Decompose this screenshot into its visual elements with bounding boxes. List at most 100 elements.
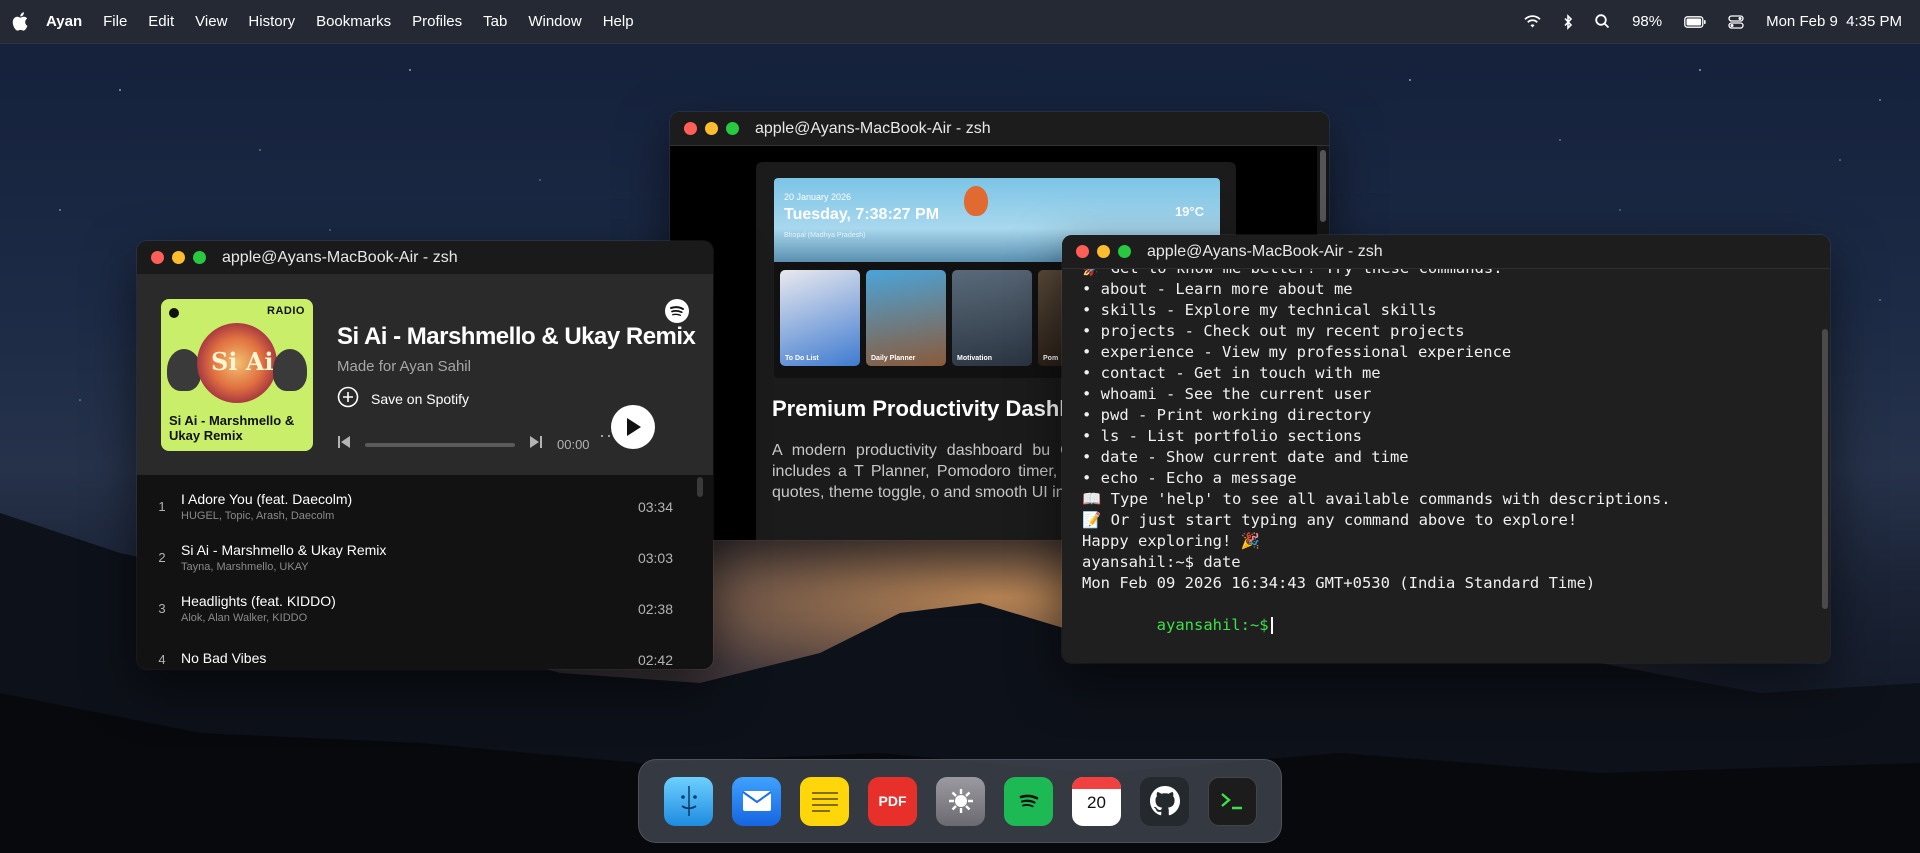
terminal-line: 🚀 Get to know me better! Try these comma… — [1082, 269, 1671, 279]
track-row[interactable]: 3 Headlights (feat. KIDDO) Alok, Alan Wa… — [137, 583, 713, 634]
cover-art-disc: Si Ai — [197, 323, 277, 403]
wifi-icon[interactable] — [1524, 15, 1541, 28]
track-name: Headlights (feat. KIDDO) — [181, 593, 336, 609]
menu-bookmarks[interactable]: Bookmarks — [316, 13, 391, 30]
hero-datetime: Tuesday, 7:38:27 PM — [784, 206, 940, 223]
close-button[interactable] — [684, 122, 697, 135]
terminal-line: • ls - List portfolio sections — [1082, 427, 1362, 445]
track-title: Si Ai - Marshmello & Ukay Remix — [337, 323, 696, 350]
terminal-line: 📝 Or just start typing any command above… — [1082, 511, 1578, 529]
spotify-window: apple@Ayans-MacBook-Air - zsh RADIO Si A… — [137, 241, 713, 669]
dock: PDF 20 — [638, 759, 1282, 843]
cover-art-text: Si Ai — [211, 347, 274, 376]
minimize-button[interactable] — [172, 251, 185, 264]
terminal-line: ayansahil:~$ date — [1082, 553, 1241, 571]
terminal-line: • echo - Echo a message — [1082, 469, 1297, 487]
finder-icon[interactable] — [664, 776, 713, 826]
play-button[interactable] — [611, 405, 655, 449]
add-circle-icon — [337, 386, 359, 411]
zoom-button[interactable] — [726, 122, 739, 135]
radio-badge: RADIO — [267, 305, 305, 317]
scrollbar-thumb[interactable] — [1320, 150, 1326, 222]
track-row[interactable]: 4 No Bad Vibes 02:42 — [137, 634, 713, 669]
apple-logo-icon[interactable] — [12, 12, 32, 31]
terminal-window: apple@Ayans-MacBook-Air - zsh 🚀 Get to k… — [1062, 235, 1830, 663]
zoom-button[interactable] — [1118, 245, 1131, 258]
menu-edit[interactable]: Edit — [148, 13, 174, 30]
close-button[interactable] — [1076, 245, 1089, 258]
spotify-logo-icon[interactable] — [665, 299, 689, 328]
mail-icon[interactable] — [732, 776, 781, 826]
mid-window-titlebar[interactable]: apple@Ayans-MacBook-Air - zsh — [670, 112, 1329, 146]
menu-view[interactable]: View — [195, 13, 227, 30]
track-name: Si Ai - Marshmello & Ukay Remix — [181, 542, 387, 558]
terminal-output[interactable]: 🚀 Get to know me better! Try these comma… — [1062, 269, 1830, 663]
pdf-label: PDF — [878, 793, 907, 809]
track-duration: 02:42 — [637, 651, 673, 668]
spotify-icon[interactable] — [1004, 776, 1053, 826]
track-duration: 03:34 — [637, 498, 673, 515]
track-number: 3 — [158, 601, 166, 616]
terminal-prompt-line[interactable]: ayansahil:~$ — [1082, 594, 1671, 634]
menu-app-name[interactable]: Ayan — [46, 13, 82, 30]
save-on-spotify-button[interactable]: Save on Spotify — [337, 386, 469, 411]
terminal-line: Mon Feb 09 2026 16:34:43 GMT+0530 (India… — [1082, 574, 1596, 592]
terminal-line: • whoami - See the current user — [1082, 385, 1372, 403]
now-playing-panel: RADIO Si Ai Si Ai - Marshmello & Ukay Re… — [137, 275, 713, 475]
thumb-planner: Daily Planner — [866, 270, 946, 366]
save-label: Save on Spotify — [371, 390, 470, 407]
hero-date: 20 January 2026 — [784, 192, 852, 202]
battery-icon[interactable] — [1684, 15, 1706, 28]
battery-percent: 98% — [1632, 13, 1663, 30]
menu-tab[interactable]: Tab — [483, 13, 507, 30]
notes-icon[interactable] — [800, 776, 849, 826]
terminal-titlebar[interactable]: apple@Ayans-MacBook-Air - zsh — [1062, 235, 1830, 269]
minimize-button[interactable] — [705, 122, 718, 135]
terminal-prompt: ayansahil:~$ — [1156, 616, 1269, 634]
menu-profiles[interactable]: Profiles — [412, 13, 462, 30]
hero-location: Bhopal (Madhya Pradesh) — [784, 232, 866, 239]
hero-temperature: 19°C — [1174, 204, 1204, 219]
menu-help[interactable]: Help — [603, 13, 634, 30]
spotify-window-titlebar[interactable]: apple@Ayans-MacBook-Air - zsh — [137, 241, 713, 275]
calendar-icon[interactable]: 20 — [1072, 776, 1121, 826]
previous-track-icon[interactable] — [337, 435, 351, 454]
settings-icon[interactable] — [936, 776, 985, 826]
thumb-motivation: Motivation — [952, 270, 1032, 366]
minimize-button[interactable] — [1097, 245, 1110, 258]
track-row[interactable]: 2 Si Ai - Marshmello & Ukay Remix Tayna,… — [137, 532, 713, 583]
track-artists: Tayna, Marshmello, UKAY — [181, 561, 309, 573]
text-cursor — [1270, 617, 1273, 634]
track-artists: Alok, Alan Walker, KIDDO — [181, 612, 308, 624]
next-track-icon[interactable] — [529, 435, 543, 454]
mid-window-title: apple@Ayans-MacBook-Air - zsh — [755, 119, 991, 137]
search-icon[interactable] — [1595, 14, 1610, 29]
github-icon[interactable] — [1140, 776, 1189, 826]
hot-air-balloon-icon — [964, 186, 988, 216]
control-center-icon[interactable] — [1728, 14, 1744, 29]
terminal-line: • date - Show current date and time — [1082, 448, 1409, 466]
project-title: Premium Productivity Dashl — [772, 396, 1066, 421]
track-duration: 03:03 — [637, 549, 673, 566]
zoom-button[interactable] — [193, 251, 206, 264]
track-name: No Bad Vibes — [181, 650, 267, 666]
terminal-line: 📖 Type 'help' to see all available comma… — [1082, 490, 1671, 508]
terminal-line: • contact - Get in touch with me — [1082, 364, 1381, 382]
thumb-label: Daily Planner — [871, 355, 916, 362]
bluetooth-icon[interactable] — [1563, 13, 1573, 30]
scrollbar-thumb[interactable] — [1822, 329, 1828, 609]
menubar-clock[interactable]: Mon Feb 9 4:35 PM — [1766, 13, 1902, 30]
menu-window[interactable]: Window — [528, 13, 581, 30]
close-button[interactable] — [151, 251, 164, 264]
menu-history[interactable]: History — [248, 13, 295, 30]
terminal-line: • experience - View my professional expe… — [1082, 343, 1512, 361]
track-list: 1 I Adore You (feat. Daecolm) HUGEL, Top… — [137, 475, 713, 669]
terminal-icon[interactable] — [1208, 776, 1257, 826]
progress-bar[interactable] — [365, 442, 515, 447]
track-artists: HUGEL, Topic, Arash, Daecolm — [181, 510, 335, 522]
artist-photo — [273, 349, 307, 391]
pdf-icon[interactable]: PDF — [868, 776, 917, 826]
track-row[interactable]: 1 I Adore You (feat. Daecolm) HUGEL, Top… — [137, 481, 713, 532]
menu-file[interactable]: File — [103, 13, 127, 30]
thumb-label: Pom — [1043, 355, 1059, 362]
